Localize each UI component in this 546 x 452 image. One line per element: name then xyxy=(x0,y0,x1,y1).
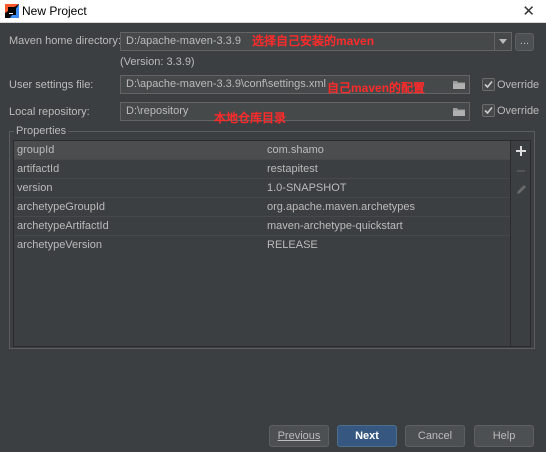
table-row[interactable]: archetypeArtifactId maven-archetype-quic… xyxy=(14,217,510,236)
table-row[interactable]: archetypeGroupId org.apache.maven.archet… xyxy=(14,198,510,217)
property-value: RELEASE xyxy=(267,239,318,251)
minus-icon[interactable] xyxy=(514,164,528,178)
intellij-icon xyxy=(5,4,19,18)
user-settings-label: User settings file: xyxy=(9,79,94,91)
property-key: archetypeGroupId xyxy=(17,201,106,213)
user-settings-value: D:\apache-maven-3.3.9\conf\settings.xml xyxy=(126,78,326,90)
table-row[interactable]: artifactId restapitest xyxy=(14,160,510,179)
cancel-button[interactable]: Cancel xyxy=(405,425,465,447)
maven-home-value: D:/apache-maven-3.3.9 xyxy=(126,35,241,47)
property-key: version xyxy=(17,182,53,194)
local-repo-override-checkbox[interactable] xyxy=(482,104,495,117)
local-repo-field[interactable]: D:\repository xyxy=(120,102,470,121)
table-row[interactable]: archetypeVersion RELEASE xyxy=(14,236,510,255)
property-key: groupId xyxy=(17,144,55,156)
local-repo-annotation: 本地仓库目录 xyxy=(214,111,287,125)
property-key: archetypeArtifactId xyxy=(17,220,109,232)
maven-home-annotation: 选择自己安装的maven xyxy=(252,34,375,48)
local-repo-label: Local repository: xyxy=(9,106,90,118)
previous-button[interactable]: Previous xyxy=(269,425,329,447)
previous-button-label: Previous xyxy=(277,430,321,442)
chevron-down-icon[interactable] xyxy=(494,33,511,50)
folder-icon[interactable] xyxy=(452,105,466,118)
user-settings-annotation: 自己maven的配置 xyxy=(327,81,426,95)
maven-home-label: Maven home directory: xyxy=(9,35,121,47)
local-repo-override-label: Override xyxy=(497,105,540,117)
checkmark-icon xyxy=(484,80,493,89)
table-row[interactable]: version 1.0-SNAPSHOT xyxy=(14,179,510,198)
folder-icon[interactable] xyxy=(452,78,466,91)
property-value: restapitest xyxy=(267,163,318,175)
user-settings-override-label: Override xyxy=(497,79,540,91)
property-value: maven-archetype-quickstart xyxy=(267,220,403,232)
properties-table[interactable]: groupId com.shamo artifactId restapitest… xyxy=(13,140,511,347)
user-settings-override-checkbox[interactable] xyxy=(482,78,495,91)
help-button[interactable]: Help xyxy=(474,425,534,447)
table-row[interactable]: groupId com.shamo xyxy=(14,141,510,160)
maven-home-browse-button[interactable]: ... xyxy=(515,33,534,51)
local-repo-value: D:\repository xyxy=(126,105,189,117)
title-bar: New Project ✕ xyxy=(0,0,546,23)
next-button[interactable]: Next xyxy=(337,425,397,447)
properties-toolbar xyxy=(511,140,531,347)
checkmark-icon xyxy=(484,106,493,115)
property-value: org.apache.maven.archetypes xyxy=(267,201,415,213)
window-title: New Project xyxy=(22,4,87,18)
close-icon[interactable]: ✕ xyxy=(522,2,535,20)
property-key: artifactId xyxy=(17,163,60,175)
property-value: com.shamo xyxy=(267,144,324,156)
property-value: 1.0-SNAPSHOT xyxy=(267,182,347,194)
properties-legend: Properties xyxy=(14,125,69,137)
property-key: archetypeVersion xyxy=(17,239,102,251)
plus-icon[interactable] xyxy=(514,144,528,158)
maven-version-text: (Version: 3.3.9) xyxy=(120,56,195,68)
pencil-icon[interactable] xyxy=(514,182,528,196)
next-button-label: Next xyxy=(355,430,379,442)
